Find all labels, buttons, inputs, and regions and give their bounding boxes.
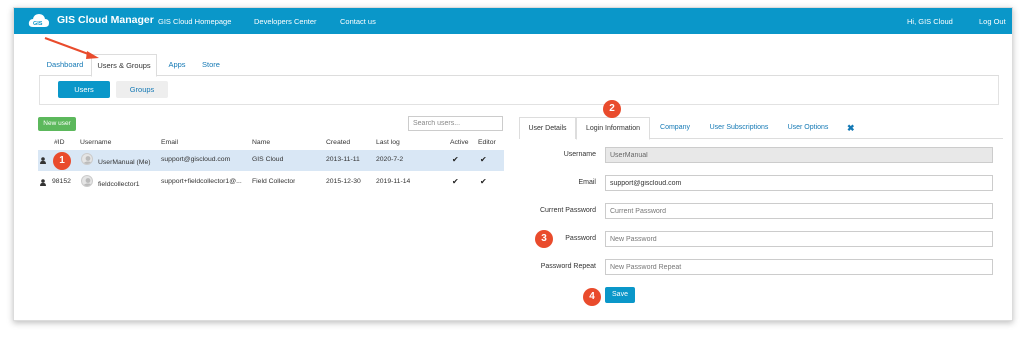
table-row-selected[interactable]: UserManual (Me) support@giscloud.com GIS… xyxy=(38,150,504,171)
column-header-name[interactable]: Name xyxy=(252,139,270,146)
nav-link-contact[interactable]: Contact us xyxy=(340,17,376,26)
tab-dashboard[interactable]: Dashboard xyxy=(43,54,87,76)
user-detail-tabs: User Details Login Information Company U… xyxy=(519,117,1003,140)
search-users-input[interactable] xyxy=(408,116,503,131)
row-last-log: 2019-11-14 xyxy=(376,178,411,185)
save-button[interactable]: Save xyxy=(605,287,635,303)
table-row[interactable]: 98152 fieldcollector1 support+fieldcolle… xyxy=(38,172,504,193)
gis-cloud-logo-icon[interactable]: GIS xyxy=(28,13,50,29)
avatar xyxy=(81,175,93,187)
step-marker-3: 3 xyxy=(535,230,553,248)
row-created: 2013-11-11 xyxy=(326,156,360,163)
nav-link-homepage[interactable]: GIS Cloud Homepage xyxy=(158,17,231,26)
default-avatar-icon xyxy=(83,178,92,186)
tab-store[interactable]: Store xyxy=(197,54,225,76)
svg-text:GIS: GIS xyxy=(33,21,43,27)
row-username: UserManual (Me) xyxy=(98,159,151,166)
nav-link-developers[interactable]: Developers Center xyxy=(254,17,317,26)
user-greeting[interactable]: Hi, GIS Cloud xyxy=(907,17,953,26)
editor-check-icon: ✔ xyxy=(480,155,487,164)
column-header-id[interactable]: #ID xyxy=(54,139,65,146)
editor-check-icon: ✔ xyxy=(480,177,487,186)
column-header-active[interactable]: Active xyxy=(450,139,469,146)
row-created: 2015-12-30 xyxy=(326,178,361,185)
new-password-field[interactable] xyxy=(605,231,993,247)
row-last-log: 2020-7-2 xyxy=(376,156,404,163)
main-tabs: Dashboard Users & Groups Apps Store xyxy=(39,54,999,77)
avatar xyxy=(81,153,93,165)
password-repeat-field[interactable] xyxy=(605,259,993,275)
current-password-label: Current Password xyxy=(539,207,596,214)
default-avatar-icon xyxy=(83,156,92,164)
groups-tab-button[interactable]: Groups xyxy=(116,81,168,98)
row-name: GIS Cloud xyxy=(252,156,284,163)
active-check-icon: ✔ xyxy=(452,155,459,164)
users-tab-button[interactable]: Users xyxy=(58,81,110,98)
top-navbar: GIS GIS Cloud Manager GIS Cloud Homepage… xyxy=(14,8,1012,34)
row-email: support+fieldcollector1@... xyxy=(161,178,242,185)
close-icon[interactable]: ✖ xyxy=(847,123,855,134)
tab-user-options[interactable]: User Options xyxy=(783,117,833,139)
column-header-username[interactable]: Username xyxy=(80,139,111,146)
person-icon xyxy=(40,179,46,186)
tab-user-details[interactable]: User Details xyxy=(519,117,576,139)
person-icon xyxy=(40,157,46,164)
column-header-editor[interactable]: Editor xyxy=(478,139,496,146)
tab-users-groups[interactable]: Users & Groups xyxy=(91,54,157,77)
users-groups-toggle-panel: Users Groups xyxy=(39,76,999,105)
tab-apps[interactable]: Apps xyxy=(163,54,191,76)
tab-login-information[interactable]: Login Information xyxy=(576,117,650,140)
column-header-email[interactable]: Email xyxy=(161,139,178,146)
column-header-created[interactable]: Created xyxy=(326,139,350,146)
row-email: support@giscloud.com xyxy=(161,156,231,163)
row-username: fieldcollector1 xyxy=(98,181,140,188)
password-repeat-label: Password Repeat xyxy=(540,263,596,270)
step-marker-1: 1 xyxy=(53,152,71,170)
email-label: Email xyxy=(578,179,596,186)
app-title[interactable]: GIS Cloud Manager xyxy=(57,14,154,26)
step-marker-2: 2 xyxy=(603,100,621,118)
tab-company[interactable]: Company xyxy=(655,117,695,139)
email-field[interactable] xyxy=(605,175,993,191)
logout-link[interactable]: Log Out xyxy=(979,17,1006,26)
username-field xyxy=(605,147,993,163)
username-label: Username xyxy=(563,151,596,158)
step-marker-4: 4 xyxy=(583,288,601,306)
current-password-field[interactable] xyxy=(605,203,993,219)
column-header-last-log[interactable]: Last log xyxy=(376,139,400,146)
active-check-icon: ✔ xyxy=(452,177,459,186)
new-user-button[interactable]: New user xyxy=(38,117,76,131)
tab-user-subscriptions[interactable]: User Subscriptions xyxy=(702,117,776,139)
row-id: 98152 xyxy=(52,178,71,185)
row-name: Field Collector xyxy=(252,178,296,185)
